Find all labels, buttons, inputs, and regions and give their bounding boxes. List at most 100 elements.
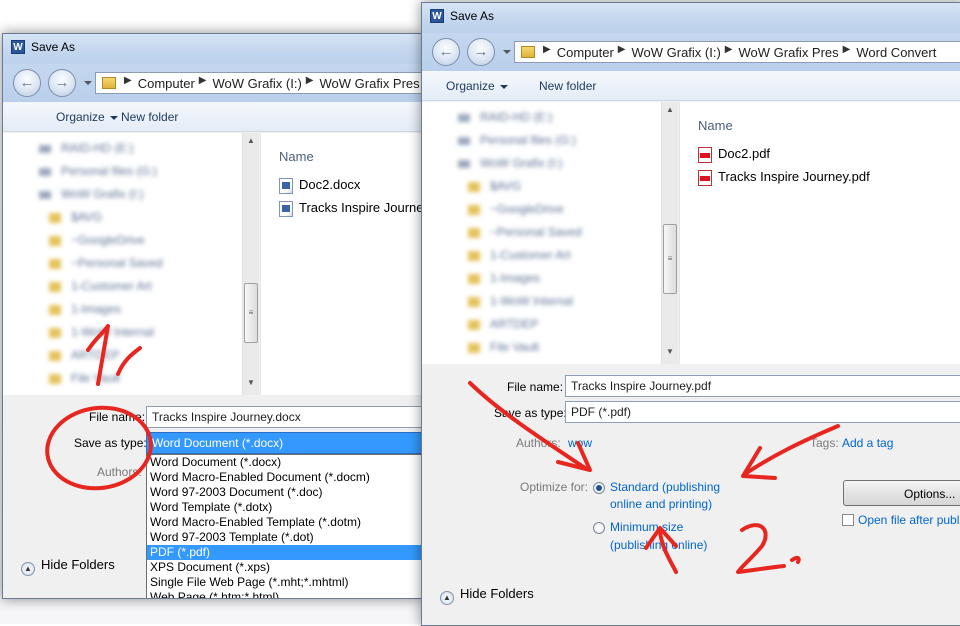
chevron-right-icon: ▶ — [842, 44, 851, 55]
authors-label: Authors: — [97, 465, 142, 479]
add-tag-link[interactable]: Add a tag — [842, 436, 893, 450]
organize-button[interactable]: Organize — [56, 110, 118, 124]
authors-value[interactable]: wow — [568, 436, 592, 450]
type-option-pdf-selected[interactable]: PDF (*.pdf) — [147, 545, 421, 560]
dialog-title: Save As — [450, 9, 495, 23]
file-item[interactable]: Tracks Inspire Journey.pdf — [698, 169, 870, 189]
back-arrow-icon[interactable]: ← — [432, 38, 460, 66]
recent-locations-dropdown-icon[interactable] — [84, 81, 92, 85]
chevron-right-icon: ▶ — [724, 44, 733, 55]
title-bar: W Save As — [422, 3, 960, 33]
file-name: Doc2.pdf — [718, 146, 771, 161]
pdf-document-icon — [698, 146, 712, 163]
type-option[interactable]: XPS Document (*.xps) — [147, 560, 421, 575]
breadcrumb-computer[interactable]: Computer — [557, 45, 614, 60]
chevron-right-icon: ▶ — [543, 44, 551, 55]
navigation-scrollbar[interactable]: ▲ ≡ ▼ — [661, 102, 678, 364]
recent-locations-dropdown-icon[interactable] — [503, 50, 511, 54]
scroll-up-icon[interactable]: ▲ — [662, 102, 678, 118]
save-as-type-dropdown-list[interactable]: Word Document (*.docx) Word Macro-Enable… — [146, 454, 421, 598]
address-bar[interactable]: ▶ Computer ▶ WoW Grafix (I:) ▶ WoW Grafix Pre… — [514, 41, 960, 63]
back-arrow-icon[interactable]: ← — [13, 69, 41, 97]
breadcrumb-folder[interactable]: WoW Grafix Pres — [739, 45, 839, 60]
breadcrumb-subfolder[interactable]: Word Convert — [856, 45, 936, 60]
type-option[interactable]: Word Macro-Enabled Template (*.dotm) — [147, 515, 421, 530]
file-list-pane[interactable]: Name Doc2.docx Tracks Inspire Journey.do… — [260, 133, 422, 395]
organize-button[interactable]: Organize — [446, 79, 508, 93]
hide-folders-button[interactable]: ▲ Hide Folders — [440, 586, 534, 605]
new-folder-button[interactable]: New folder — [121, 110, 178, 124]
save-as-type-select[interactable]: PDF (*.pdf) — [565, 401, 960, 423]
breadcrumb-computer[interactable]: Computer — [138, 76, 195, 91]
navigation-scrollbar[interactable]: ▲ ≡ ▼ — [242, 133, 259, 395]
navigation-bar: ← → ▶ Computer ▶ WoW Grafix (I:) ▶ WoW Grafix… — [422, 33, 960, 71]
type-option[interactable]: Single File Web Page (*.mht;*.mhtml) — [147, 575, 421, 590]
optimize-minimum-radio[interactable] — [593, 522, 605, 534]
new-folder-button[interactable]: New folder — [539, 79, 596, 93]
forward-arrow-icon[interactable]: → — [467, 38, 495, 66]
type-option[interactable]: Word 97-2003 Template (*.dot) — [147, 530, 421, 545]
navigation-pane[interactable]: RAID-HD (E:) Personal files (G:) WoW Gra… — [422, 102, 661, 364]
hide-folders-button[interactable]: ▲ Hide Folders — [21, 557, 115, 576]
optimize-standard-label-line1[interactable]: Standard (publishing — [610, 480, 720, 494]
dialog-title: Save As — [31, 40, 76, 54]
column-header-name[interactable]: Name — [279, 149, 314, 164]
type-option[interactable]: Word Document (*.docx) — [147, 455, 421, 470]
column-header-name[interactable]: Name — [698, 118, 733, 133]
command-toolbar: Organize New folder — [3, 102, 421, 132]
breadcrumb-drive[interactable]: WoW Grafix (I:) — [631, 45, 720, 60]
authors-label: Authors: — [516, 436, 561, 450]
scroll-thumb[interactable]: ≡ — [244, 283, 258, 343]
word-document-icon — [279, 177, 293, 194]
chevron-up-icon: ▲ — [21, 562, 35, 576]
scroll-down-icon[interactable]: ▼ — [662, 344, 678, 360]
folder-icon — [521, 46, 535, 58]
hide-folders-label: Hide Folders — [460, 586, 534, 601]
breadcrumb-folder[interactable]: WoW Grafix Pres — [320, 76, 420, 91]
file-name: Doc2.docx — [299, 177, 361, 192]
scroll-down-icon[interactable]: ▼ — [243, 375, 259, 391]
file-name-input[interactable]: Tracks Inspire Journey.docx — [146, 406, 421, 428]
options-button[interactable]: Options... — [843, 480, 960, 506]
organize-label: Organize — [56, 110, 105, 124]
optimize-standard-radio[interactable] — [593, 482, 605, 494]
organize-label: Organize — [446, 79, 495, 93]
file-item[interactable]: Doc2.docx — [279, 177, 360, 197]
save-as-type-select[interactable]: Word Document (*.docx) — [146, 432, 421, 454]
navigation-pane[interactable]: RAID-HD (E:) Personal files (G:) WoW Gra… — [3, 133, 242, 395]
file-name-label: File name: — [89, 410, 146, 424]
breadcrumb-drive[interactable]: WoW Grafix (I:) — [212, 76, 301, 91]
scroll-thumb[interactable]: ≡ — [663, 224, 677, 294]
folder-icon — [102, 77, 116, 89]
address-bar[interactable]: ▶ Computer ▶ WoW Grafix (I:) ▶ WoW Grafix Pre… — [95, 72, 421, 94]
file-item[interactable]: Doc2.pdf — [698, 146, 770, 166]
caret-down-icon — [109, 115, 118, 120]
command-toolbar: Organize New folder — [422, 71, 960, 101]
tags-label: Tags: — [810, 436, 839, 450]
word-icon: W — [11, 40, 25, 54]
save-as-dialog-1: W Save As ← → ▶ Computer ▶ WoW Grafix (I:) ▶… — [2, 33, 422, 599]
pdf-document-icon — [698, 169, 712, 186]
chevron-up-icon: ▲ — [440, 591, 454, 605]
word-document-icon — [279, 200, 293, 217]
type-option[interactable]: Web Page (*.htm;*.html) — [147, 590, 421, 598]
optimize-minimum-label-line1[interactable]: Minimum size — [610, 520, 683, 534]
open-after-publish-checkbox[interactable] — [842, 514, 854, 526]
type-option[interactable]: Word 97-2003 Document (*.doc) — [147, 485, 421, 500]
open-after-publish-label[interactable]: Open file after publishing — [858, 513, 960, 527]
caret-down-icon — [499, 84, 508, 89]
file-item[interactable]: Tracks Inspire Journey.docx — [279, 200, 422, 220]
save-as-type-label: Save as type: — [74, 436, 147, 450]
forward-arrow-icon[interactable]: → — [48, 69, 76, 97]
file-name: Tracks Inspire Journey.docx — [299, 200, 422, 215]
save-as-dialog-2: W Save As ← → ▶ Computer ▶ WoW Grafix (I:) ▶… — [421, 2, 960, 626]
type-option[interactable]: Word Template (*.dotx) — [147, 500, 421, 515]
file-name-input[interactable]: Tracks Inspire Journey.pdf — [565, 375, 960, 397]
file-list-pane[interactable]: Name Doc2.pdf Tracks Inspire Journey.pdf — [679, 102, 960, 364]
optimize-minimum-label-line2[interactable]: (publishing online) — [610, 538, 707, 552]
title-bar: W Save As — [3, 34, 421, 64]
chevron-right-icon: ▶ — [617, 44, 626, 55]
type-option[interactable]: Word Macro-Enabled Document (*.docm) — [147, 470, 421, 485]
optimize-standard-label-line2[interactable]: online and printing) — [610, 497, 712, 511]
scroll-up-icon[interactable]: ▲ — [243, 133, 259, 149]
